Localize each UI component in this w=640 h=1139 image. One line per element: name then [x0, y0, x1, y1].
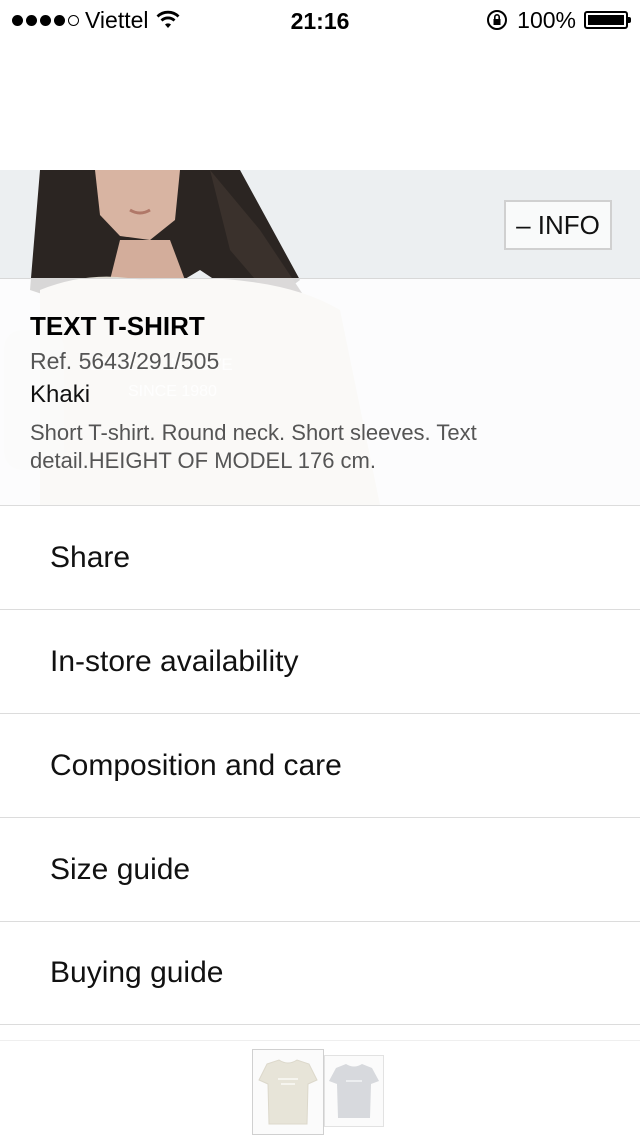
menu-item-share[interactable]: Share: [0, 505, 640, 609]
product-info-panel: TEXT T-SHIRT Ref. 5643/291/505 Khaki Sho…: [0, 278, 640, 505]
product-title: TEXT T-SHIRT: [30, 311, 205, 341]
menu-item-in-store-availability[interactable]: In-store availability: [0, 609, 640, 713]
battery-icon: [584, 11, 631, 29]
battery-percent: 100%: [517, 6, 576, 33]
rotation-lock-icon: [487, 10, 508, 30]
thumbnail-khaki-tshirt[interactable]: [252, 1049, 324, 1135]
product-description: Short T-shirt. Round neck. Short sleeves…: [30, 420, 477, 473]
info-toggle-button[interactable]: – INFO: [504, 200, 612, 250]
product-reference: Ref. 5643/291/505: [30, 348, 220, 374]
thumbnail-strip: [0, 1040, 640, 1137]
menu-item-size-guide[interactable]: Size guide: [0, 817, 640, 921]
wifi-icon: [156, 10, 179, 28]
status-bar: Viettel 21:16 100%: [0, 0, 640, 40]
signal-strength-icon: [12, 14, 79, 26]
thumbnail-grey-tshirt[interactable]: [324, 1055, 384, 1127]
menu-item-composition-and-care[interactable]: Composition and care: [0, 713, 640, 817]
grey-tshirt-icon: [329, 1064, 379, 1118]
menu-item-buying-guide[interactable]: Buying guide: [0, 921, 640, 1025]
product-color: Khaki: [30, 381, 91, 408]
carrier-name: Viettel: [85, 6, 149, 33]
product-options-menu: Share In-store availability Composition …: [0, 505, 640, 1025]
khaki-tshirt-icon: [258, 1059, 318, 1125]
status-left: Viettel: [0, 7, 181, 34]
status-right: 100%: [485, 7, 640, 34]
